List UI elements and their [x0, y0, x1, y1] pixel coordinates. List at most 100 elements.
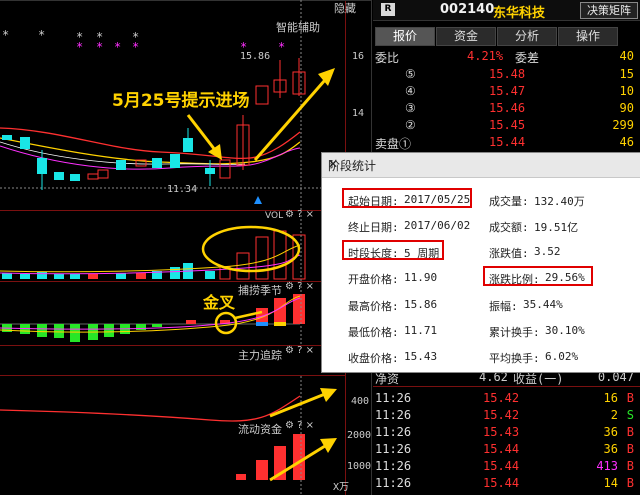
amplitude-value: 35.44% — [523, 298, 563, 311]
open-price-value: 11.90 — [404, 271, 438, 284]
diff-value: 40 — [619, 49, 634, 63]
level-volume: 46 — [619, 135, 634, 149]
change-value: 3.52 — [534, 245, 561, 258]
ask-level-row: ④ 15.47 10 — [373, 84, 640, 102]
tick-row: 11:26 15.42 2 S — [373, 408, 640, 423]
diff-label: 委差 — [515, 51, 540, 65]
cumulative-turnover-value: 30.10% — [545, 324, 585, 337]
level-price: 15.48 — [489, 67, 526, 81]
level-volume: 10 — [619, 84, 634, 98]
tick-price: 15.43 — [483, 425, 520, 439]
highlight-box — [483, 266, 593, 286]
end-date-value: 2017/06/02 — [404, 219, 471, 232]
volume-value: 132.40万 — [534, 195, 585, 208]
stock-code: 002140 — [440, 2, 495, 17]
tick-side: B — [626, 425, 634, 439]
tab-quote[interactable]: 报价 — [375, 27, 435, 46]
tick-volume: 413 — [596, 459, 618, 473]
amount-label: 成交额: — [489, 221, 529, 234]
tick-time: 11:26 — [375, 459, 412, 473]
ask-level-row: ⑤ 15.48 15 — [373, 67, 640, 85]
amount-value: 19.51亿 — [534, 221, 579, 234]
level-price: 15.44 — [489, 135, 526, 149]
tick-volume: 36 — [603, 425, 618, 439]
level-label: ⑤ — [405, 67, 416, 81]
level-price: 15.47 — [489, 84, 526, 98]
volume-label: 成交量: — [489, 195, 529, 208]
stock-name: 东华科技 — [493, 6, 546, 21]
change-label: 涨跌值: — [489, 247, 529, 260]
amplitude-label: 振幅: — [489, 300, 518, 313]
tick-side: B — [626, 459, 634, 473]
golden-cross-label: 金叉 — [203, 293, 236, 312]
quote-header: R 002140 东华科技 决策矩阵 — [373, 0, 640, 21]
tick-time: 11:26 — [375, 442, 412, 456]
tab-analysis[interactable]: 分析 — [497, 27, 557, 46]
tick-price: 15.44 — [483, 459, 520, 473]
open-price-label: 开盘价格: — [348, 273, 399, 286]
indicator-toolbar[interactable]: ⚙ ? × — [285, 345, 314, 356]
ratio-value: 4.21% — [467, 49, 504, 63]
highlight-box — [342, 188, 472, 208]
highlight-box — [342, 240, 444, 260]
tick-row: 11:26 15.44 14 B — [373, 476, 640, 491]
tick-time: 11:26 — [375, 391, 412, 405]
entry-annotation: 5月25号提示进场 — [112, 91, 250, 111]
level-label: ② — [405, 118, 416, 132]
level-price: 15.45 — [489, 118, 526, 132]
level-price: 15.46 — [489, 101, 526, 115]
tick-volume: 2 — [610, 408, 618, 422]
axis-label: 400 — [351, 396, 370, 407]
end-date-label: 终止日期: — [348, 221, 399, 234]
tick-row: 11:26 15.43 36 B — [373, 425, 640, 440]
indicator-label-main-track: 主力追踪 — [238, 349, 282, 362]
tick-side: B — [626, 442, 634, 456]
dialog-titlebar[interactable]: 阶段统计 ✕ — [322, 153, 640, 178]
tick-time: 11:26 — [375, 408, 412, 422]
close-price-label: 收盘价格: — [348, 352, 399, 365]
tick-price: 15.44 — [483, 476, 520, 490]
level-label: 卖盘① — [375, 137, 412, 151]
tab-operation[interactable]: 操作 — [558, 27, 618, 46]
axis-label: 2000 — [347, 430, 372, 441]
tick-time: 11:26 — [375, 425, 412, 439]
axis-label: 1000 — [347, 461, 372, 472]
low-price-value: 11.71 — [404, 324, 438, 337]
avg-turnover-value: 6.02% — [545, 350, 579, 363]
tick-price: 15.42 — [483, 408, 520, 422]
close-icon[interactable]: ✕ — [328, 157, 633, 171]
level-label: ④ — [405, 84, 416, 98]
tick-row: 11:26 15.42 16 B — [373, 391, 640, 406]
r-badge: R — [381, 3, 395, 16]
catch-season-chart — [0, 282, 305, 345]
ask-level-row: 卖盘① 15.44 46 — [373, 135, 640, 153]
flow-chart — [0, 376, 337, 495]
level-volume: 299 — [612, 118, 634, 132]
ask-level-row: ③ 15.46 90 — [373, 101, 640, 119]
ask-level-row: ② 15.45 299 — [373, 118, 640, 136]
tick-side: B — [626, 391, 634, 405]
high-price-label: 最高价格: — [348, 300, 399, 313]
tab-funds[interactable]: 资金 — [436, 27, 496, 46]
axis-label: 16 — [352, 51, 365, 62]
tick-volume: 16 — [603, 391, 618, 405]
level-volume: 15 — [619, 67, 634, 81]
tick-row: 11:26 15.44 413 B — [373, 459, 640, 474]
period-stats-dialog[interactable]: 阶段统计 ✕ 起始日期: 2017/05/25 成交量: 132.40万 终止日… — [321, 152, 640, 373]
volume-chart — [0, 211, 306, 281]
chart-area[interactable]: 隐藏 智能辅助 16 14 400 2000 1000 X万 * * * * *… — [0, 0, 372, 495]
tick-price: 15.42 — [483, 391, 520, 405]
tick-volume: 14 — [603, 476, 618, 490]
tick-time: 11:26 — [375, 476, 412, 490]
decision-matrix-button[interactable]: 决策矩阵 — [580, 2, 638, 19]
tick-row: 11:26 15.44 36 B — [373, 442, 640, 457]
low-price-label: 最低价格: — [348, 326, 399, 339]
cumulative-turnover-label: 累计换手: — [489, 326, 540, 339]
avg-turnover-label: 平均换手: — [489, 352, 540, 365]
close-price-value: 15.43 — [404, 350, 438, 363]
order-ratio-row: 委比 4.21% 委差 40 — [373, 49, 640, 67]
level-label: ③ — [405, 101, 416, 115]
tick-volume: 36 — [603, 442, 618, 456]
tick-price: 15.44 — [483, 442, 520, 456]
axis-label: 14 — [352, 108, 365, 119]
